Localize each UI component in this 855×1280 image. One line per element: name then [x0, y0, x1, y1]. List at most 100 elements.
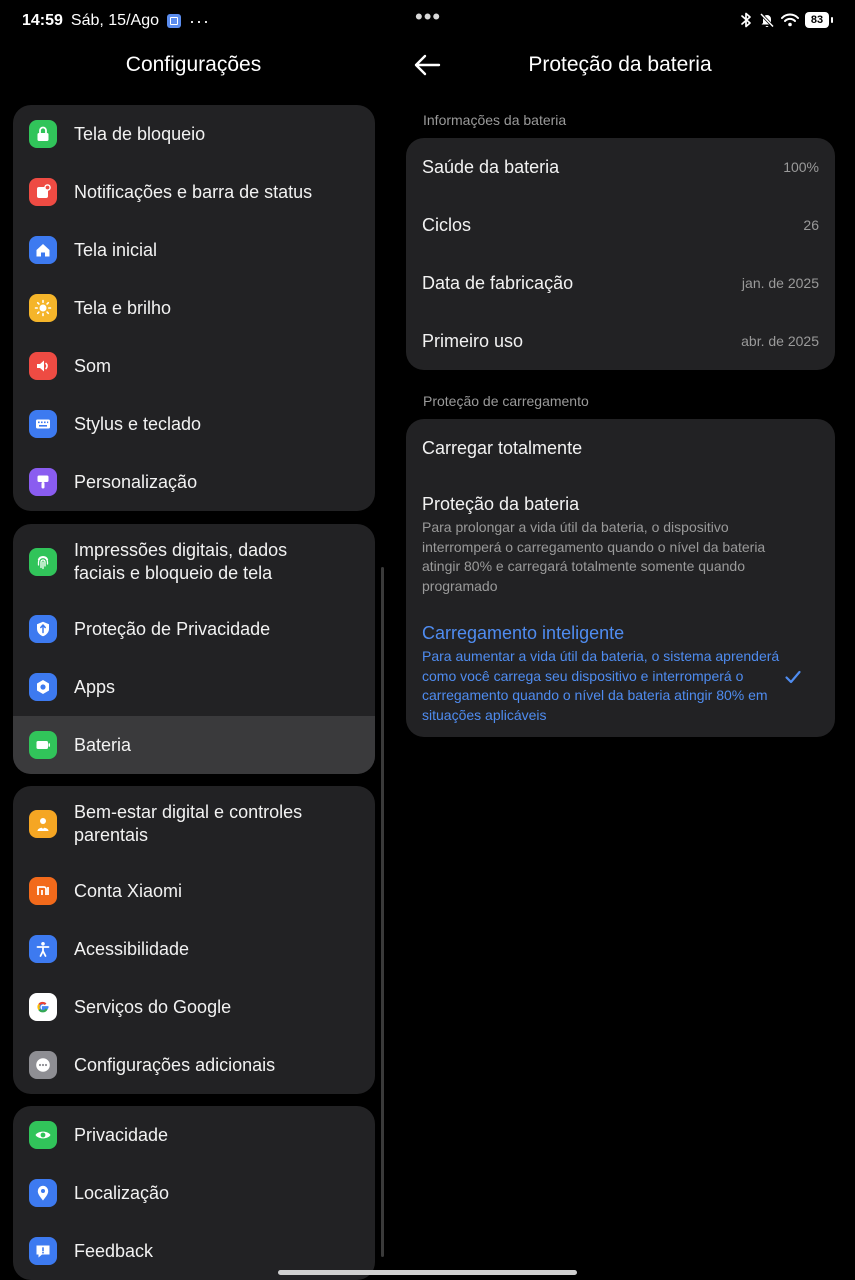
mute-bell-icon	[759, 12, 775, 28]
settings-item-label: Apps	[74, 676, 116, 697]
google-icon	[29, 993, 57, 1021]
settings-item-label: Acessibilidade	[74, 938, 190, 959]
charging-option-full[interactable]: Carregar totalmente	[422, 438, 819, 459]
settings-item-label: Bem-estar digital e controles parentais	[74, 802, 303, 845]
settings-item-label: Localização	[74, 1182, 170, 1203]
battery-info-header: Informações da bateria	[423, 112, 567, 128]
settings-group-4: Privacidade Localização Feedback	[13, 1106, 375, 1280]
home-indicator[interactable]	[278, 1270, 577, 1275]
settings-item-apps[interactable]: Apps	[13, 658, 375, 716]
settings-item-personalization[interactable]: Personalização	[13, 453, 375, 511]
settings-title: Configurações	[125, 53, 262, 76]
wifi-icon	[781, 13, 799, 27]
checkmark-icon	[785, 670, 801, 684]
back-arrow-icon[interactable]	[412, 52, 442, 78]
accessibility-icon	[29, 935, 57, 963]
left-scrollbar[interactable]	[381, 567, 384, 1257]
info-value: jan. de 2025	[741, 275, 819, 291]
settings-item-privacy[interactable]: Privacidade	[13, 1106, 375, 1164]
settings-group-1: Tela de bloqueio Notificações e barra de…	[13, 105, 375, 511]
charging-protection-header: Proteção de carregamento	[423, 393, 589, 409]
info-row-manufacture-date: Data de fabricação jan. de 2025	[406, 254, 835, 312]
settings-item-xiaomi-account[interactable]: Conta Xiaomi	[13, 862, 375, 920]
settings-item-label: Personalização	[74, 471, 198, 492]
settings-item-stylus-keyboard[interactable]: Stylus e teclado	[13, 395, 375, 453]
settings-item-home-screen[interactable]: Tela inicial	[13, 221, 375, 279]
status-time: 14:59	[22, 12, 63, 29]
settings-item-label: Configurações adicionais	[74, 1054, 276, 1075]
settings-item-label: Notificações e barra de status	[74, 181, 313, 202]
eye-icon	[29, 1121, 57, 1149]
settings-item-label: Serviços do Google	[74, 996, 232, 1017]
info-value: 26	[803, 217, 819, 233]
xiaomi-icon	[29, 877, 57, 905]
notification-icon	[29, 178, 57, 206]
gear-icon	[29, 673, 57, 701]
settings-item-label: Feedback	[74, 1240, 154, 1261]
charging-option-smart[interactable]: Carregamento inteligente Para aumentar a…	[422, 623, 819, 725]
info-value: 100%	[783, 159, 819, 175]
more-icon	[29, 1051, 57, 1079]
settings-item-location[interactable]: Localização	[13, 1164, 375, 1222]
info-value: abr. de 2025	[741, 333, 819, 349]
settings-item-digital-wellbeing[interactable]: Bem-estar digital e controles parentais	[13, 786, 375, 862]
settings-item-label: Tela de bloqueio	[74, 123, 206, 144]
settings-item-accessibility[interactable]: Acessibilidade	[13, 920, 375, 978]
info-label: Saúde da bateria	[422, 156, 560, 177]
app-notification-icon	[167, 14, 181, 28]
window-dots-icon[interactable]: •••	[415, 6, 441, 28]
option-title: Carregamento inteligente	[422, 623, 625, 643]
info-row-first-use: Primeiro uso abr. de 2025	[406, 312, 835, 370]
charging-option-battery-protection[interactable]: Proteção da bateria Para prolongar a vid…	[422, 494, 819, 596]
option-title: Proteção da bateria	[422, 494, 580, 514]
settings-item-battery[interactable]: Bateria	[13, 716, 375, 774]
battery-info-card: Saúde da bateria 100% Ciclos 26 Data de …	[406, 138, 835, 370]
settings-item-label: Tela e brilho	[74, 297, 172, 318]
status-bar-left: 14:59 Sáb, 15/Ago ···	[22, 10, 210, 32]
status-bar-right: 83	[739, 10, 833, 30]
settings-item-label: Impressões digitais, dados faciais e blo…	[74, 540, 288, 583]
home-icon	[29, 236, 57, 264]
info-label: Data de fabricação	[422, 272, 574, 293]
option-description: Para prolongar a vida útil da bateria, o…	[422, 519, 766, 594]
settings-item-biometrics[interactable]: Impressões digitais, dados faciais e blo…	[13, 524, 375, 600]
settings-item-label: Som	[74, 355, 112, 376]
settings-item-google[interactable]: Serviços do Google	[13, 978, 375, 1036]
bluetooth-icon	[741, 12, 751, 28]
settings-item-lock-screen[interactable]: Tela de bloqueio	[13, 105, 375, 163]
settings-group-2: Impressões digitais, dados faciais e blo…	[13, 524, 375, 774]
info-label: Primeiro uso	[422, 330, 524, 351]
sun-icon	[29, 294, 57, 322]
battery-status-icon: 83	[805, 12, 833, 28]
settings-item-label: Bateria	[74, 734, 132, 755]
settings-item-label: Conta Xiaomi	[74, 880, 183, 901]
settings-item-privacy-protection[interactable]: Proteção de Privacidade	[13, 600, 375, 658]
settings-item-sound[interactable]: Som	[13, 337, 375, 395]
status-date: Sáb, 15/Ago	[70, 12, 159, 29]
option-title: Carregar totalmente	[422, 438, 583, 458]
settings-item-label: Tela inicial	[74, 239, 158, 260]
location-icon	[29, 1179, 57, 1207]
info-label: Ciclos	[422, 214, 472, 235]
feedback-icon	[29, 1237, 57, 1265]
page-title: Proteção da bateria	[528, 53, 712, 76]
lock-icon	[29, 120, 57, 148]
brush-icon	[29, 468, 57, 496]
status-more: ···	[189, 11, 210, 31]
keyboard-icon	[29, 410, 57, 438]
fingerprint-icon	[29, 548, 57, 576]
settings-item-additional-settings[interactable]: Configurações adicionais	[13, 1036, 375, 1094]
settings-item-notifications[interactable]: Notificações e barra de status	[13, 163, 375, 221]
charging-options-card: Carregar totalmente Proteção da bateria …	[406, 419, 835, 737]
info-row-cycles: Ciclos 26	[406, 196, 835, 254]
settings-item-display[interactable]: Tela e brilho	[13, 279, 375, 337]
shield-icon	[29, 615, 57, 643]
settings-item-label: Proteção de Privacidade	[74, 618, 271, 639]
settings-group-3: Bem-estar digital e controles parentais …	[13, 786, 375, 1094]
wellbeing-icon	[29, 810, 57, 838]
info-row-battery-health: Saúde da bateria 100%	[406, 138, 835, 196]
battery-icon	[29, 731, 57, 759]
settings-item-label: Privacidade	[74, 1124, 169, 1145]
speaker-icon	[29, 352, 57, 380]
settings-item-label: Stylus e teclado	[74, 413, 202, 434]
